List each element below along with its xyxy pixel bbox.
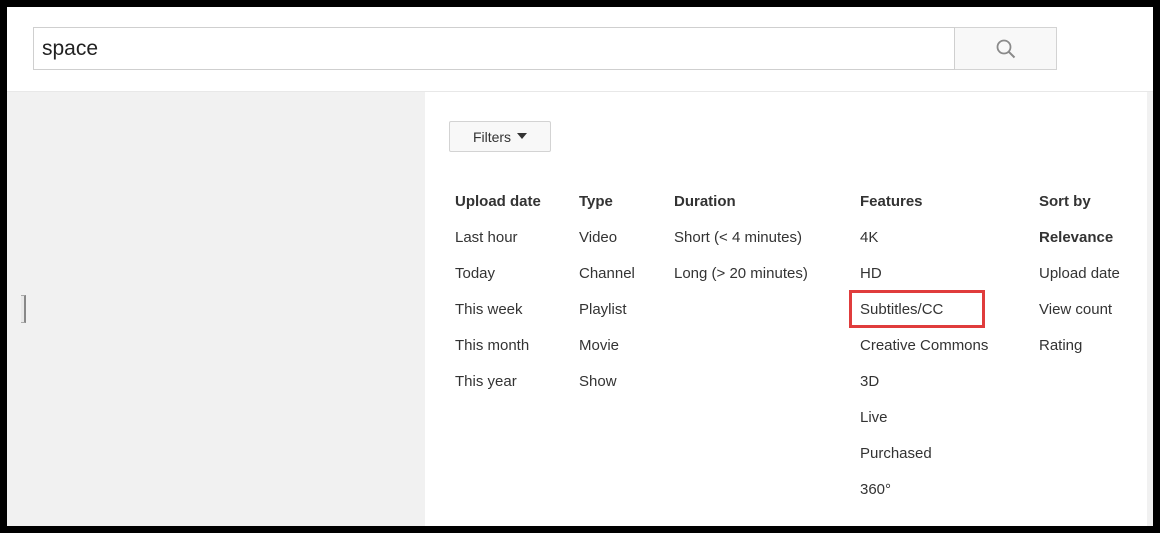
filter-option[interactable]: 3D: [860, 372, 988, 392]
left-gutter: [7, 92, 425, 526]
filter-option[interactable]: Show: [579, 372, 635, 392]
filter-option[interactable]: This month: [455, 336, 541, 356]
search-button[interactable]: [955, 27, 1057, 70]
sort-option[interactable]: Rating: [1039, 336, 1120, 356]
filter-option[interactable]: 360°: [860, 480, 988, 500]
filter-option[interactable]: Long (> 20 minutes): [674, 264, 808, 284]
filters-panel: Filters Upload date Last hour Today This…: [425, 92, 1147, 526]
filters-button[interactable]: Filters: [449, 121, 551, 152]
right-gutter: [1147, 92, 1153, 526]
filter-option[interactable]: Last hour: [455, 228, 541, 248]
filter-column-type: Type Video Channel Playlist Movie Show: [579, 192, 635, 408]
filter-option[interactable]: HD: [860, 264, 988, 284]
filter-option[interactable]: Movie: [579, 336, 635, 356]
filter-option[interactable]: Short (< 4 minutes): [674, 228, 808, 248]
sort-option-selected[interactable]: Relevance: [1039, 228, 1120, 248]
filter-option[interactable]: Playlist: [579, 300, 635, 320]
window-frame: Filters Upload date Last hour Today This…: [0, 0, 1160, 533]
filter-option[interactable]: This year: [455, 372, 541, 392]
filter-option[interactable]: This week: [455, 300, 541, 320]
caret-down-icon: [517, 132, 528, 139]
column-header: Sort by: [1039, 193, 1091, 210]
filter-option[interactable]: Video: [579, 228, 635, 248]
filters-label: Filters: [472, 128, 512, 145]
filter-column-upload-date: Upload date Last hour Today This week Th…: [455, 192, 541, 408]
sort-option[interactable]: View count: [1039, 300, 1120, 320]
filter-option[interactable]: 4K: [860, 228, 988, 248]
filter-column-sort-by: Sort by Relevance Upload date View count…: [1039, 192, 1120, 372]
filter-option[interactable]: Channel: [579, 264, 635, 284]
column-header: Upload date: [455, 193, 541, 210]
search-input[interactable]: [34, 28, 954, 69]
search-icon: [996, 39, 1015, 58]
filter-option[interactable]: Creative Commons: [860, 336, 988, 356]
column-header: Duration: [674, 193, 736, 210]
search-header: [7, 7, 1153, 92]
column-header: Features: [860, 193, 923, 210]
filter-option[interactable]: Purchased: [860, 444, 988, 464]
sort-option[interactable]: Upload date: [1039, 264, 1120, 284]
filter-option-highlighted[interactable]: Subtitles/CC: [848, 290, 988, 328]
search-box[interactable]: [33, 27, 955, 70]
filter-column-features: Features 4K HD Subtitles/CC Creative Com…: [848, 192, 988, 516]
filter-option[interactable]: Live: [860, 408, 988, 428]
sidebar-handle[interactable]: [21, 295, 26, 323]
column-header: Type: [579, 193, 613, 210]
filter-option[interactable]: Today: [455, 264, 541, 284]
filter-column-duration: Duration Short (< 4 minutes) Long (> 20 …: [674, 192, 808, 300]
